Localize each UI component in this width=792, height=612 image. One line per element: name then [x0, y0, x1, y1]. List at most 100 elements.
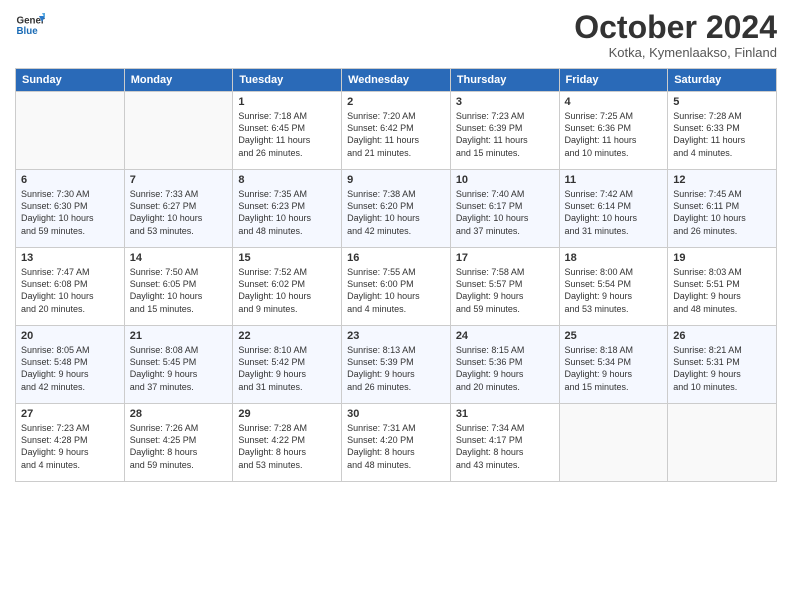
- week-row-4: 20 Sunrise: 8:05 AM Sunset: 5:48 PM Dayli…: [16, 326, 777, 404]
- day-cell: 6 Sunrise: 7:30 AM Sunset: 6:30 PM Daylig…: [16, 170, 125, 248]
- day-cell: [668, 404, 777, 482]
- day-cell: 8 Sunrise: 7:35 AM Sunset: 6:23 PM Daylig…: [233, 170, 342, 248]
- day-number: 17: [456, 252, 554, 264]
- col-wednesday: Wednesday: [342, 69, 451, 92]
- svg-text:Blue: Blue: [17, 26, 39, 37]
- day-info: Sunrise: 7:26 AM Sunset: 4:25 PM Dayligh…: [130, 422, 228, 471]
- day-number: 11: [565, 174, 663, 186]
- week-row-1: 1Sunrise: 7:18 AM Sunset: 6:45 PM Daylig…: [16, 92, 777, 170]
- day-cell: 14Sunrise: 7:50 AM Sunset: 6:05 PM Dayli…: [124, 248, 233, 326]
- day-info: Sunrise: 8:00 AM Sunset: 5:54 PM Dayligh…: [565, 266, 663, 315]
- day-info: Sunrise: 7:40 AM Sunset: 6:17 PM Dayligh…: [456, 188, 554, 237]
- day-cell: 24Sunrise: 8:15 AM Sunset: 5:36 PM Dayli…: [450, 326, 559, 404]
- day-cell: 19 Sunrise: 8:03 AM Sunset: 5:51 PM Dayli…: [668, 248, 777, 326]
- day-cell: 12Sunrise: 7:45 AM Sunset: 6:11 PM Dayli…: [668, 170, 777, 248]
- day-number: 21: [130, 330, 228, 342]
- day-number: 1: [238, 96, 336, 108]
- day-number: 22: [238, 330, 336, 342]
- day-cell: 21 Sunrise: 8:08 AM Sunset: 5:45 PM Dayli…: [124, 326, 233, 404]
- day-number: 4: [565, 96, 663, 108]
- week-row-3: 13Sunrise: 7:47 AM Sunset: 6:08 PM Dayli…: [16, 248, 777, 326]
- day-cell: 4 Sunrise: 7:25 AM Sunset: 6:36 PM Daylig…: [559, 92, 668, 170]
- calendar-table: Sunday Monday Tuesday Wednesday Thursday…: [15, 68, 777, 482]
- day-cell: 17 Sunrise: 7:58 AM Sunset: 5:57 PM Dayli…: [450, 248, 559, 326]
- day-cell: 18 Sunrise: 8:00 AM Sunset: 5:54 PM Dayli…: [559, 248, 668, 326]
- day-number: 14: [130, 252, 228, 264]
- week-row-5: 27 Sunrise: 7:23 AM Sunset: 4:28 PM Dayli…: [16, 404, 777, 482]
- day-cell: 26 Sunrise: 8:21 AM Sunset: 5:31 PM Dayli…: [668, 326, 777, 404]
- day-info: Sunrise: 8:05 AM Sunset: 5:48 PM Dayligh…: [21, 344, 119, 393]
- day-number: 3: [456, 96, 554, 108]
- col-monday: Monday: [124, 69, 233, 92]
- logo-icon: General Blue: [15, 10, 45, 40]
- day-number: 2: [347, 96, 445, 108]
- day-info: Sunrise: 8:08 AM Sunset: 5:45 PM Dayligh…: [130, 344, 228, 393]
- day-number: 19: [673, 252, 771, 264]
- day-info: Sunrise: 7:25 AM Sunset: 6:36 PM Dayligh…: [565, 110, 663, 159]
- day-number: 15: [238, 252, 336, 264]
- day-cell: 22Sunrise: 8:10 AM Sunset: 5:42 PM Dayli…: [233, 326, 342, 404]
- logo: General Blue: [15, 10, 45, 40]
- location: Kotka, Kymenlaakso, Finland: [574, 45, 777, 60]
- day-number: 26: [673, 330, 771, 342]
- day-info: Sunrise: 8:15 AM Sunset: 5:36 PM Dayligh…: [456, 344, 554, 393]
- day-info: Sunrise: 7:33 AM Sunset: 6:27 PM Dayligh…: [130, 188, 228, 237]
- day-cell: 11 Sunrise: 7:42 AM Sunset: 6:14 PM Dayli…: [559, 170, 668, 248]
- day-cell: 20 Sunrise: 8:05 AM Sunset: 5:48 PM Dayli…: [16, 326, 125, 404]
- day-number: 12: [673, 174, 771, 186]
- day-cell: 5 Sunrise: 7:28 AM Sunset: 6:33 PM Daylig…: [668, 92, 777, 170]
- col-tuesday: Tuesday: [233, 69, 342, 92]
- day-number: 8: [238, 174, 336, 186]
- day-info: Sunrise: 7:23 AM Sunset: 4:28 PM Dayligh…: [21, 422, 119, 471]
- day-cell: 2 Sunrise: 7:20 AM Sunset: 6:42 PM Daylig…: [342, 92, 451, 170]
- day-number: 20: [21, 330, 119, 342]
- day-number: 5: [673, 96, 771, 108]
- day-info: Sunrise: 7:20 AM Sunset: 6:42 PM Dayligh…: [347, 110, 445, 159]
- day-info: Sunrise: 7:42 AM Sunset: 6:14 PM Dayligh…: [565, 188, 663, 237]
- day-number: 16: [347, 252, 445, 264]
- day-cell: 25Sunrise: 8:18 AM Sunset: 5:34 PM Dayli…: [559, 326, 668, 404]
- calendar-page: General Blue October 2024 Kotka, Kymenla…: [0, 0, 792, 612]
- day-info: Sunrise: 8:03 AM Sunset: 5:51 PM Dayligh…: [673, 266, 771, 315]
- day-info: Sunrise: 7:38 AM Sunset: 6:20 PM Dayligh…: [347, 188, 445, 237]
- day-info: Sunrise: 7:35 AM Sunset: 6:23 PM Dayligh…: [238, 188, 336, 237]
- day-info: Sunrise: 7:28 AM Sunset: 4:22 PM Dayligh…: [238, 422, 336, 471]
- day-cell: 30 Sunrise: 7:31 AM Sunset: 4:20 PM Dayli…: [342, 404, 451, 482]
- week-row-2: 6 Sunrise: 7:30 AM Sunset: 6:30 PM Daylig…: [16, 170, 777, 248]
- day-cell: 9Sunrise: 7:38 AM Sunset: 6:20 PM Daylig…: [342, 170, 451, 248]
- day-number: 18: [565, 252, 663, 264]
- day-cell: 16Sunrise: 7:55 AM Sunset: 6:00 PM Dayli…: [342, 248, 451, 326]
- day-number: 10: [456, 174, 554, 186]
- day-info: Sunrise: 7:30 AM Sunset: 6:30 PM Dayligh…: [21, 188, 119, 237]
- col-saturday: Saturday: [668, 69, 777, 92]
- day-info: Sunrise: 8:21 AM Sunset: 5:31 PM Dayligh…: [673, 344, 771, 393]
- day-cell: 23 Sunrise: 8:13 AM Sunset: 5:39 PM Dayli…: [342, 326, 451, 404]
- day-number: 27: [21, 408, 119, 420]
- day-cell: 28 Sunrise: 7:26 AM Sunset: 4:25 PM Dayli…: [124, 404, 233, 482]
- day-cell: 13Sunrise: 7:47 AM Sunset: 6:08 PM Dayli…: [16, 248, 125, 326]
- day-info: Sunrise: 7:31 AM Sunset: 4:20 PM Dayligh…: [347, 422, 445, 471]
- day-info: Sunrise: 7:52 AM Sunset: 6:02 PM Dayligh…: [238, 266, 336, 315]
- day-info: Sunrise: 7:34 AM Sunset: 4:17 PM Dayligh…: [456, 422, 554, 471]
- title-block: October 2024 Kotka, Kymenlaakso, Finland: [574, 10, 777, 60]
- day-cell: 7 Sunrise: 7:33 AM Sunset: 6:27 PM Daylig…: [124, 170, 233, 248]
- day-cell: 31Sunrise: 7:34 AM Sunset: 4:17 PM Dayli…: [450, 404, 559, 482]
- day-number: 23: [347, 330, 445, 342]
- day-info: Sunrise: 8:13 AM Sunset: 5:39 PM Dayligh…: [347, 344, 445, 393]
- day-info: Sunrise: 7:58 AM Sunset: 5:57 PM Dayligh…: [456, 266, 554, 315]
- day-cell: [559, 404, 668, 482]
- month-title: October 2024: [574, 10, 777, 45]
- day-info: Sunrise: 8:18 AM Sunset: 5:34 PM Dayligh…: [565, 344, 663, 393]
- day-number: 30: [347, 408, 445, 420]
- day-cell: 3Sunrise: 7:23 AM Sunset: 6:39 PM Daylig…: [450, 92, 559, 170]
- day-cell: [16, 92, 125, 170]
- day-cell: [124, 92, 233, 170]
- col-friday: Friday: [559, 69, 668, 92]
- day-number: 28: [130, 408, 228, 420]
- header: General Blue October 2024 Kotka, Kymenla…: [15, 10, 777, 60]
- day-number: 6: [21, 174, 119, 186]
- day-info: Sunrise: 7:28 AM Sunset: 6:33 PM Dayligh…: [673, 110, 771, 159]
- col-sunday: Sunday: [16, 69, 125, 92]
- day-number: 7: [130, 174, 228, 186]
- col-thursday: Thursday: [450, 69, 559, 92]
